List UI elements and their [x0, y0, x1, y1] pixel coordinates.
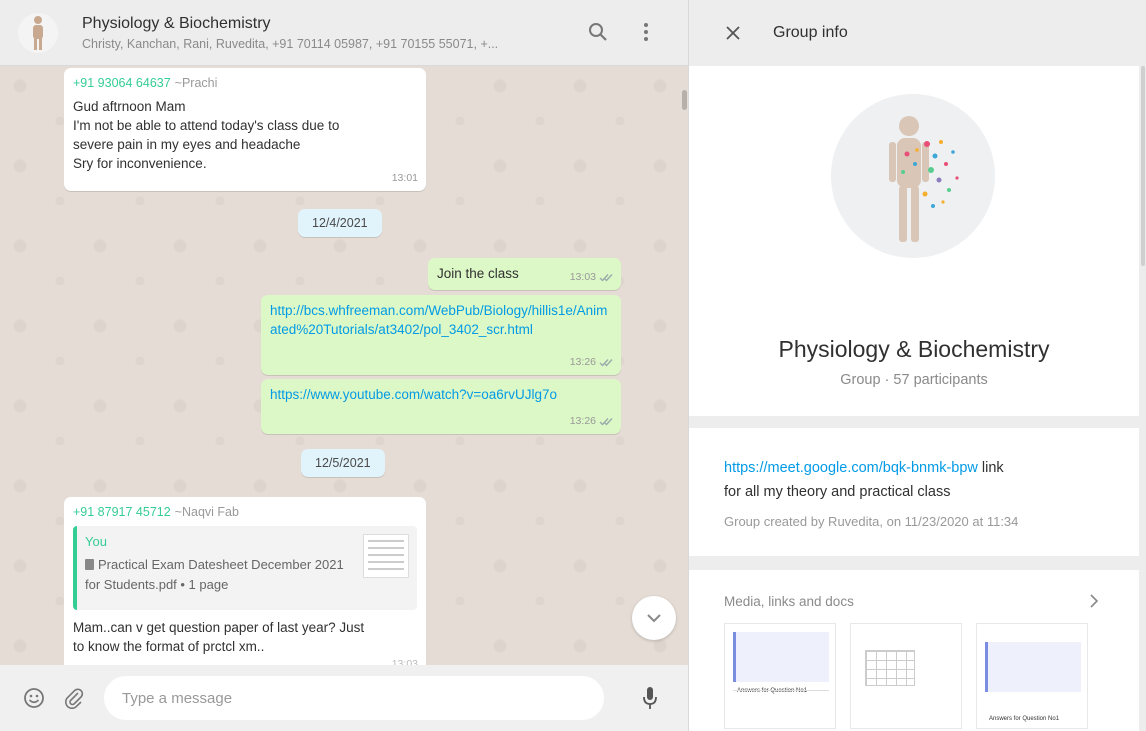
date-separator: 12/5/2021: [301, 449, 385, 477]
description-link[interactable]: https://meet.google.com/bqk-bnmk-bpw: [724, 460, 978, 476]
scroll-to-bottom-button[interactable]: [632, 596, 676, 640]
message-input[interactable]: [104, 676, 604, 720]
scrollbar[interactable]: [1138, 66, 1146, 266]
human-figure-icon: [33, 15, 43, 50]
document-thumbnail: [363, 534, 409, 578]
outgoing-message[interactable]: http://bcs.whfreeman.com/WebPub/Biology/…: [261, 295, 621, 375]
chevron-right-icon[interactable]: [1089, 594, 1099, 608]
group-profile-card: Physiology & Biochemistry Group · 57 par…: [689, 66, 1139, 416]
attach-icon[interactable]: [62, 686, 86, 710]
outgoing-message[interactable]: Join the class 13:03: [428, 258, 621, 290]
message-list[interactable]: +91 93064 64637 ~Prachi Gud aftrnoon Mam …: [0, 66, 688, 665]
message-text-line: I'm not be able to attend today's class …: [73, 118, 340, 133]
message-text-line: severe pain in my eyes and headache: [73, 137, 301, 152]
outgoing-message[interactable]: https://www.youtube.com/watch?v=oa6rvUJl…: [261, 379, 621, 434]
message-text-line: to know the format of prctcl xm..: [73, 639, 265, 654]
chat-pane: Physiology & Biochemistry Christy, Kanch…: [0, 0, 688, 731]
sender-alias: ~Prachi: [174, 76, 218, 90]
group-info-panel: Group info Physiology & Biochemistry Gro…: [688, 0, 1146, 731]
group-photo[interactable]: [831, 94, 995, 258]
description-text: link: [977, 460, 1004, 476]
message-text-line: Gud aftrnoon Mam: [73, 99, 186, 114]
message-time: 13:03: [569, 271, 596, 283]
scrollbar[interactable]: [682, 90, 687, 110]
message-link[interactable]: https://www.youtube.com/watch?v=oa6rvUJl…: [270, 385, 612, 404]
document-icon: [85, 559, 94, 570]
media-section-label: Media, links and docs: [724, 594, 854, 609]
date-separator: 12/4/2021: [298, 209, 382, 237]
emoji-icon[interactable]: [22, 686, 46, 710]
quote-document-name: Practical Exam Datesheet December 2021 f…: [85, 557, 344, 592]
sender-phone[interactable]: +91 93064 64637: [73, 76, 171, 90]
chat-title: Physiology & Biochemistry: [82, 14, 271, 32]
double-check-icon: [599, 274, 613, 282]
group-name: Physiology & Biochemistry: [778, 336, 1050, 362]
sender-alias: ~Naqvi Fab: [174, 505, 239, 519]
incoming-message[interactable]: +91 87917 45712 ~Naqvi Fab You Practical …: [64, 497, 426, 665]
quote-author: You: [85, 534, 107, 549]
double-check-icon: [599, 418, 613, 426]
media-thumbnail[interactable]: Answers for Question No1: [724, 623, 836, 729]
group-avatar[interactable]: [18, 12, 58, 53]
message-time: 13:26: [569, 415, 596, 427]
group-info-header: Group info: [689, 0, 1146, 66]
message-text: Join the class: [437, 266, 519, 281]
group-created-info: Group created by Ruvedita, on 11/23/2020…: [724, 514, 1019, 529]
group-description-card: https://meet.google.com/bqk-bnmk-bpw lin…: [689, 428, 1139, 556]
double-check-icon: [599, 359, 613, 367]
participants-list: Christy, Kanchan, Rani, Ruvedita, +91 70…: [82, 36, 499, 51]
message-composer: [0, 665, 688, 731]
chevron-down-icon: [647, 614, 661, 623]
group-participant-count: Group · 57 participants: [840, 372, 988, 388]
incoming-message[interactable]: +91 93064 64637 ~Prachi Gud aftrnoon Mam …: [64, 68, 426, 191]
message-link[interactable]: http://bcs.whfreeman.com/WebPub/Biology/…: [270, 301, 612, 339]
description-text: for all my theory and practical class: [724, 484, 951, 500]
message-time: 13:01: [391, 172, 418, 184]
sender-phone[interactable]: +91 87917 45712: [73, 505, 171, 519]
message-text-line: Sry for inconvenience.: [73, 156, 207, 171]
chat-header[interactable]: Physiology & Biochemistry Christy, Kanch…: [0, 0, 688, 66]
media-links-docs-card[interactable]: Media, links and docs Answers for Questi…: [689, 570, 1139, 731]
mic-icon[interactable]: [638, 686, 662, 710]
quoted-message[interactable]: You Practical Exam Datesheet December 20…: [73, 526, 417, 610]
search-icon[interactable]: [586, 20, 610, 44]
message-time: 13:03: [391, 658, 418, 665]
menu-icon[interactable]: [634, 20, 658, 44]
human-figure-icon: [831, 94, 995, 258]
media-thumbnail[interactable]: [850, 623, 962, 729]
message-text-line: Mam..can v get question paper of last ye…: [73, 620, 365, 635]
thumbnail-caption: Answers for Question No1: [989, 716, 1060, 722]
close-icon[interactable]: [721, 21, 745, 45]
message-time: 13:26: [569, 356, 596, 368]
panel-title: Group info: [773, 24, 848, 41]
media-thumbnail[interactable]: Answers for Question No1: [976, 623, 1088, 729]
